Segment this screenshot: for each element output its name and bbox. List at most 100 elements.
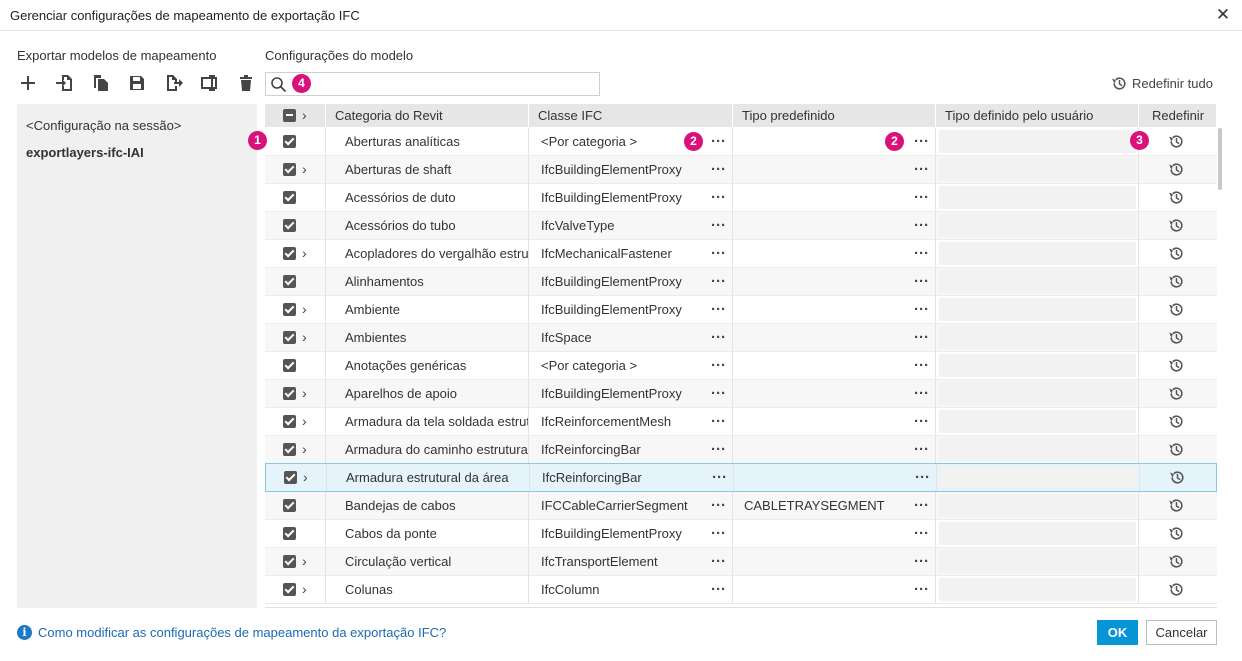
predefined-type-more-icon[interactable]: ··· bbox=[914, 156, 929, 183]
ifc-class-more-icon[interactable]: ··· bbox=[711, 296, 726, 323]
user-defined-type-input[interactable] bbox=[939, 158, 1136, 181]
ifc-class-more-icon[interactable]: ··· bbox=[711, 268, 726, 295]
predefined-type-more-icon[interactable]: ··· bbox=[914, 212, 929, 239]
ifc-class-cell[interactable]: IfcBuildingElementProxy ··· bbox=[529, 296, 733, 323]
predefined-type-cell[interactable]: ··· bbox=[733, 324, 936, 351]
row-checkbox[interactable] bbox=[283, 555, 296, 568]
reset-row-history-icon[interactable] bbox=[1168, 329, 1185, 346]
predefined-type-more-icon[interactable]: ··· bbox=[914, 408, 929, 435]
user-defined-type-input[interactable] bbox=[939, 130, 1136, 153]
predefined-type-cell[interactable]: ··· bbox=[733, 296, 936, 323]
expand-chevron-icon[interactable]: › bbox=[302, 436, 312, 463]
table-row[interactable]: › Aparelhos de apoio IfcBuildingElementPro… bbox=[265, 380, 1217, 408]
add-icon[interactable] bbox=[18, 73, 38, 93]
user-defined-type-input[interactable] bbox=[939, 438, 1136, 461]
user-defined-type-input[interactable] bbox=[939, 578, 1136, 601]
expand-chevron-icon[interactable]: › bbox=[302, 296, 312, 323]
table-row[interactable]: Aberturas analíticas <Por categoria > ··· ·… bbox=[265, 128, 1217, 156]
table-row[interactable]: › Ambientes IfcSpace ··· ··· bbox=[265, 324, 1217, 352]
row-checkbox[interactable] bbox=[283, 443, 296, 456]
reset-row-history-icon[interactable] bbox=[1168, 217, 1185, 234]
predefined-type-more-icon[interactable]: ··· bbox=[914, 128, 929, 155]
predefined-type-cell[interactable]: ··· bbox=[733, 268, 936, 295]
predefined-type-cell[interactable]: ··· bbox=[733, 212, 936, 239]
ifc-class-more-icon[interactable]: ··· bbox=[711, 492, 726, 519]
reset-row-history-icon[interactable] bbox=[1168, 357, 1185, 374]
user-defined-type-input[interactable] bbox=[939, 550, 1136, 573]
predefined-type-more-icon[interactable]: ··· bbox=[915, 464, 930, 491]
reset-row-history-icon[interactable] bbox=[1168, 553, 1185, 570]
reset-row-history-icon[interactable] bbox=[1168, 497, 1185, 514]
table-row[interactable]: Alinhamentos IfcBuildingElementProxy ··· ··… bbox=[265, 268, 1217, 296]
expand-chevron-icon[interactable]: › bbox=[302, 548, 312, 575]
predefined-type-cell[interactable]: ··· bbox=[733, 436, 936, 463]
copy-icon[interactable] bbox=[91, 73, 111, 93]
row-checkbox[interactable] bbox=[283, 527, 296, 540]
predefined-type-more-icon[interactable]: ··· bbox=[914, 380, 929, 407]
row-checkbox[interactable] bbox=[283, 359, 296, 372]
ifc-class-more-icon[interactable]: ··· bbox=[711, 380, 726, 407]
expand-chevron-icon[interactable]: › bbox=[302, 408, 312, 435]
ifc-class-cell[interactable]: IfcReinforcingBar ··· bbox=[529, 436, 733, 463]
ifc-class-cell[interactable]: IFCCableCarrierSegment ··· bbox=[529, 492, 733, 519]
user-defined-type-input[interactable] bbox=[939, 522, 1136, 545]
predefined-type-cell[interactable]: ··· bbox=[733, 576, 936, 603]
expand-all-icon[interactable]: › bbox=[302, 104, 312, 127]
save-icon[interactable] bbox=[127, 73, 147, 93]
predefined-type-more-icon[interactable]: ··· bbox=[914, 352, 929, 379]
predefined-type-more-icon[interactable]: ··· bbox=[914, 268, 929, 295]
predefined-type-cell[interactable]: ··· bbox=[733, 408, 936, 435]
reset-row-history-icon[interactable] bbox=[1168, 441, 1185, 458]
reset-row-history-icon[interactable] bbox=[1169, 469, 1186, 486]
row-checkbox[interactable] bbox=[284, 471, 297, 484]
ifc-class-more-icon[interactable]: ··· bbox=[711, 212, 726, 239]
row-checkbox[interactable] bbox=[283, 135, 296, 148]
cancel-button[interactable]: Cancelar bbox=[1146, 620, 1217, 645]
table-row[interactable]: › Circulação vertical IfcTransportElement ·… bbox=[265, 548, 1217, 576]
expand-chevron-icon[interactable]: › bbox=[302, 156, 312, 183]
ifc-class-cell[interactable]: IfcBuildingElementProxy ··· bbox=[529, 184, 733, 211]
row-checkbox[interactable] bbox=[283, 191, 296, 204]
row-checkbox[interactable] bbox=[283, 247, 296, 260]
reset-row-history-icon[interactable] bbox=[1168, 245, 1185, 262]
row-checkbox[interactable] bbox=[283, 219, 296, 232]
row-checkbox[interactable] bbox=[283, 387, 296, 400]
row-checkbox[interactable] bbox=[283, 415, 296, 428]
ifc-class-cell[interactable]: IfcColumn ··· bbox=[529, 576, 733, 603]
user-defined-type-input[interactable] bbox=[939, 326, 1136, 349]
predefined-type-cell[interactable]: ··· bbox=[733, 156, 936, 183]
table-row[interactable]: ›Acopladores do vergalhão estruturalIfcM… bbox=[265, 240, 1217, 268]
ifc-class-cell[interactable]: IfcBuildingElementProxy ··· bbox=[529, 156, 733, 183]
user-defined-type-input[interactable] bbox=[939, 186, 1136, 209]
user-defined-type-input[interactable] bbox=[940, 466, 1137, 489]
predefined-type-cell[interactable]: ··· bbox=[733, 240, 936, 267]
search-input[interactable] bbox=[314, 75, 594, 93]
table-scrollbar[interactable] bbox=[1218, 128, 1222, 190]
table-row[interactable]: ›Armadura da tela soldada estruturalIfcR… bbox=[265, 408, 1217, 436]
template-item-exportlayers[interactable]: exportlayers-ifc-IAI bbox=[26, 145, 144, 160]
predefined-type-more-icon[interactable]: ··· bbox=[914, 520, 929, 547]
ifc-class-more-icon[interactable]: ··· bbox=[711, 548, 726, 575]
reset-row-history-icon[interactable] bbox=[1168, 161, 1185, 178]
ifc-class-cell[interactable]: <Por categoria > ··· bbox=[529, 352, 733, 379]
predefined-type-cell[interactable]: ··· bbox=[734, 464, 937, 491]
predefined-type-cell[interactable]: ··· bbox=[733, 548, 936, 575]
reset-row-history-icon[interactable] bbox=[1168, 385, 1185, 402]
table-row[interactable]: Acessórios de duto IfcBuildingElementProx… bbox=[265, 184, 1217, 212]
predefined-type-more-icon[interactable]: ··· bbox=[914, 184, 929, 211]
ifc-class-more-icon[interactable]: ··· bbox=[711, 240, 726, 267]
ifc-class-cell[interactable]: IfcReinforcingBar ··· bbox=[530, 464, 734, 491]
predefined-type-more-icon[interactable]: ··· bbox=[914, 324, 929, 351]
rename-icon[interactable] bbox=[200, 73, 220, 93]
predefined-type-more-icon[interactable]: ··· bbox=[914, 548, 929, 575]
column-header-predefined-type[interactable]: Tipo predefinido bbox=[733, 104, 936, 127]
ifc-class-more-icon[interactable]: ··· bbox=[711, 408, 726, 435]
reset-row-history-icon[interactable] bbox=[1168, 273, 1185, 290]
reset-row-history-icon[interactable] bbox=[1168, 525, 1185, 542]
ifc-class-cell[interactable]: IfcTransportElement ··· bbox=[529, 548, 733, 575]
row-checkbox[interactable] bbox=[283, 303, 296, 316]
ifc-class-cell[interactable]: IfcReinforcementMesh ··· bbox=[529, 408, 733, 435]
row-checkbox[interactable] bbox=[283, 583, 296, 596]
delete-icon[interactable] bbox=[236, 73, 256, 93]
user-defined-type-input[interactable] bbox=[939, 410, 1136, 433]
